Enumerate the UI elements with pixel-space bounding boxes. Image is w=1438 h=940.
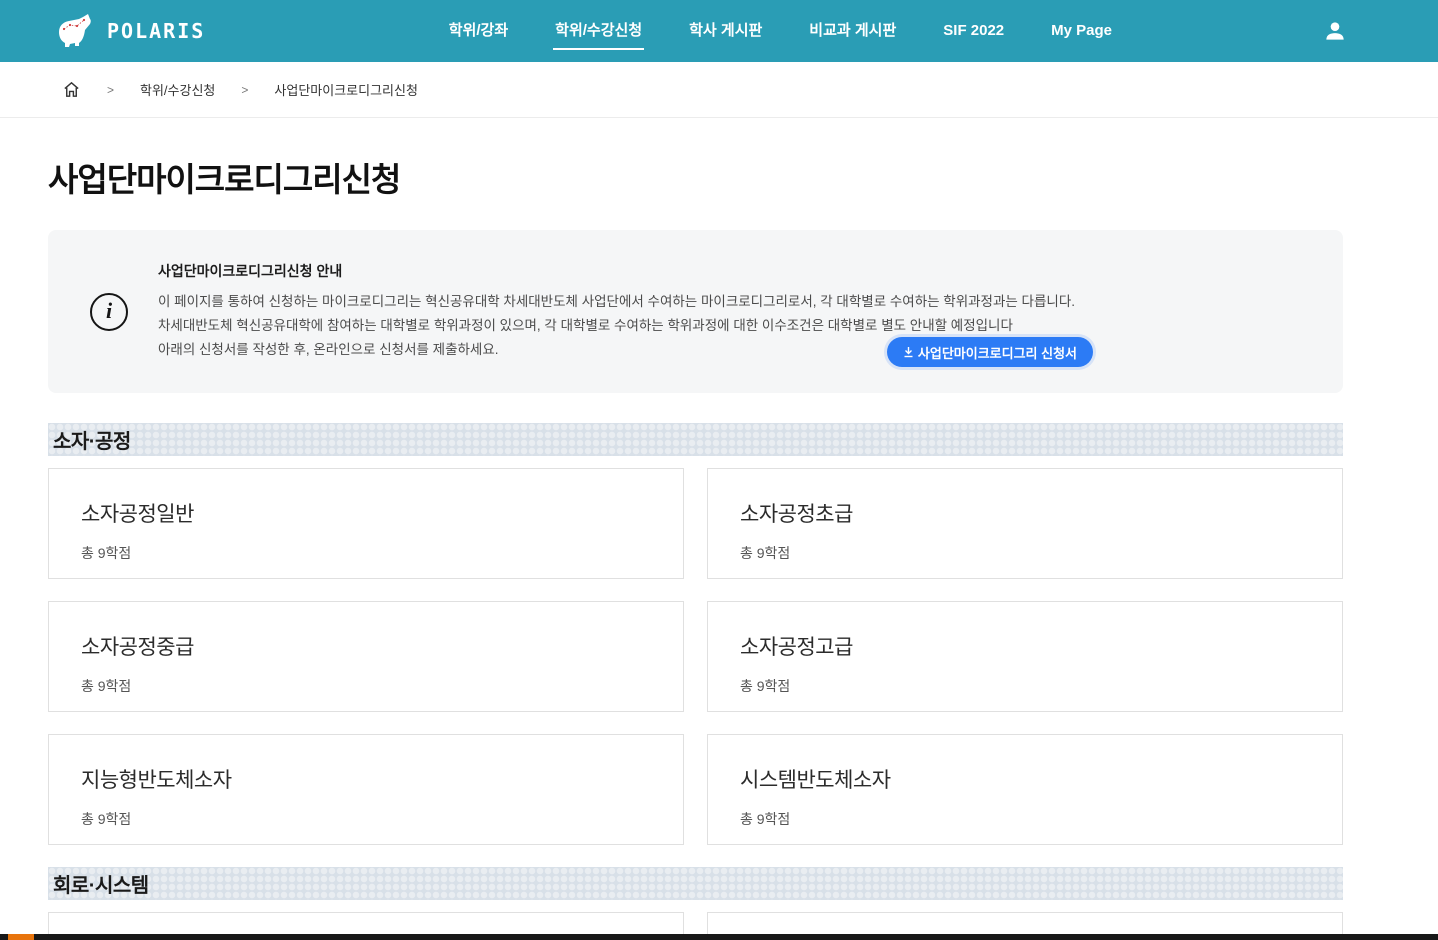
course-card-credits: 총 9학점 bbox=[81, 809, 651, 829]
course-card[interactable]: 지능형반도체소자 총 9학점 bbox=[48, 734, 684, 845]
info-circle-icon: i bbox=[90, 293, 128, 331]
course-card[interactable]: 소자공정중급 총 9학점 bbox=[48, 601, 684, 712]
course-card[interactable]: 시스템반도체소자 총 9학점 bbox=[707, 734, 1343, 845]
course-card-title: 소자공정초급 bbox=[740, 498, 1310, 528]
polar-bear-icon bbox=[55, 13, 97, 49]
section-title: 소자·공정 bbox=[48, 425, 131, 454]
course-section: 소자·공정 소자공정일반 총 9학점 소자공정초급 총 9학점 소자공정중급 총… bbox=[48, 423, 1343, 845]
top-navbar: POLARIS 학위/강좌 학위/수강신청 학사 게시판 비교과 게시판 SIF… bbox=[0, 0, 1438, 62]
main-nav: 학위/강좌 학위/수강신청 학사 게시판 비교과 게시판 SIF 2022 My… bbox=[449, 0, 1112, 62]
section-header-band: 소자·공정 bbox=[48, 423, 1343, 456]
course-card-credits: 총 9학점 bbox=[81, 543, 651, 563]
breadcrumb-item-enrollment[interactable]: 학위/수강신청 bbox=[140, 80, 215, 99]
download-button-label: 사업단마이크로디그리 신청서 bbox=[918, 343, 1077, 362]
main-content: 사업단마이크로디그리신청 i 사업단마이크로디그리신청 안내 이 페이지를 통하… bbox=[48, 153, 1343, 940]
sections: 소자·공정 소자공정일반 총 9학점 소자공정초급 총 9학점 소자공정중급 총… bbox=[48, 423, 1343, 940]
course-card-title: 소자공정중급 bbox=[81, 631, 651, 661]
account-person-icon[interactable] bbox=[1322, 18, 1348, 44]
nav-academic-board[interactable]: 학사 게시판 bbox=[689, 0, 762, 62]
breadcrumb-separator: > bbox=[107, 83, 114, 97]
course-card-title: 소자공정고급 bbox=[740, 631, 1310, 661]
course-card[interactable]: 소자공정초급 총 9학점 bbox=[707, 468, 1343, 579]
course-card-title: 지능형반도체소자 bbox=[81, 764, 651, 794]
nav-sif-2022[interactable]: SIF 2022 bbox=[943, 0, 1004, 62]
course-card[interactable]: 소자공정고급 총 9학점 bbox=[707, 601, 1343, 712]
nav-extracurricular-board[interactable]: 비교과 게시판 bbox=[809, 0, 896, 62]
course-card-credits: 총 9학점 bbox=[740, 676, 1310, 696]
download-arrow-icon bbox=[903, 346, 914, 358]
notice-line: 이 페이지를 통하여 신청하는 마이크로디그리는 혁신공유대학 차세대반도체 사… bbox=[158, 290, 1075, 314]
notice-box: i 사업단마이크로디그리신청 안내 이 페이지를 통하여 신청하는 마이크로디그… bbox=[48, 230, 1343, 393]
section-title: 회로·시스템 bbox=[48, 869, 149, 898]
breadcrumb: > 학위/수강신청 > 사업단마이크로디그리신청 bbox=[0, 62, 1438, 118]
nav-degree-courses[interactable]: 학위/강좌 bbox=[449, 0, 508, 62]
download-application-button[interactable]: 사업단마이크로디그리 신청서 bbox=[887, 337, 1093, 367]
breadcrumb-item-current[interactable]: 사업단마이크로디그리신청 bbox=[274, 80, 418, 99]
course-card[interactable]: 소자공정일반 총 9학점 bbox=[48, 468, 684, 579]
brand-name: POLARIS bbox=[107, 19, 205, 43]
bottom-edge-strip bbox=[0, 934, 1438, 940]
brand-logo[interactable]: POLARIS bbox=[55, 13, 205, 49]
bottom-strip-accent bbox=[8, 934, 34, 940]
course-card-credits: 총 9학점 bbox=[81, 676, 651, 696]
page-title: 사업단마이크로디그리신청 bbox=[48, 153, 1343, 201]
course-card-credits: 총 9학점 bbox=[740, 809, 1310, 829]
course-card-credits: 총 9학점 bbox=[740, 543, 1310, 563]
section-header-band: 회로·시스템 bbox=[48, 867, 1343, 900]
breadcrumb-separator: > bbox=[241, 83, 248, 97]
notice-line: 차세대반도체 혁신공유대학에 참여하는 대학별로 학위과정이 있으며, 각 대학… bbox=[158, 314, 1075, 338]
course-card-title: 시스템반도체소자 bbox=[740, 764, 1310, 794]
nav-degree-enrollment[interactable]: 학위/수강신청 bbox=[555, 0, 642, 62]
course-section: 회로·시스템 회로시스템일반 회로시스템초급 bbox=[48, 867, 1343, 940]
nav-my-page[interactable]: My Page bbox=[1051, 0, 1112, 62]
notice-title: 사업단마이크로디그리신청 안내 bbox=[158, 261, 1075, 281]
course-card-grid: 소자공정일반 총 9학점 소자공정초급 총 9학점 소자공정중급 총 9학점 소… bbox=[48, 468, 1343, 845]
course-card-title: 소자공정일반 bbox=[81, 498, 651, 528]
home-icon[interactable] bbox=[62, 80, 81, 99]
